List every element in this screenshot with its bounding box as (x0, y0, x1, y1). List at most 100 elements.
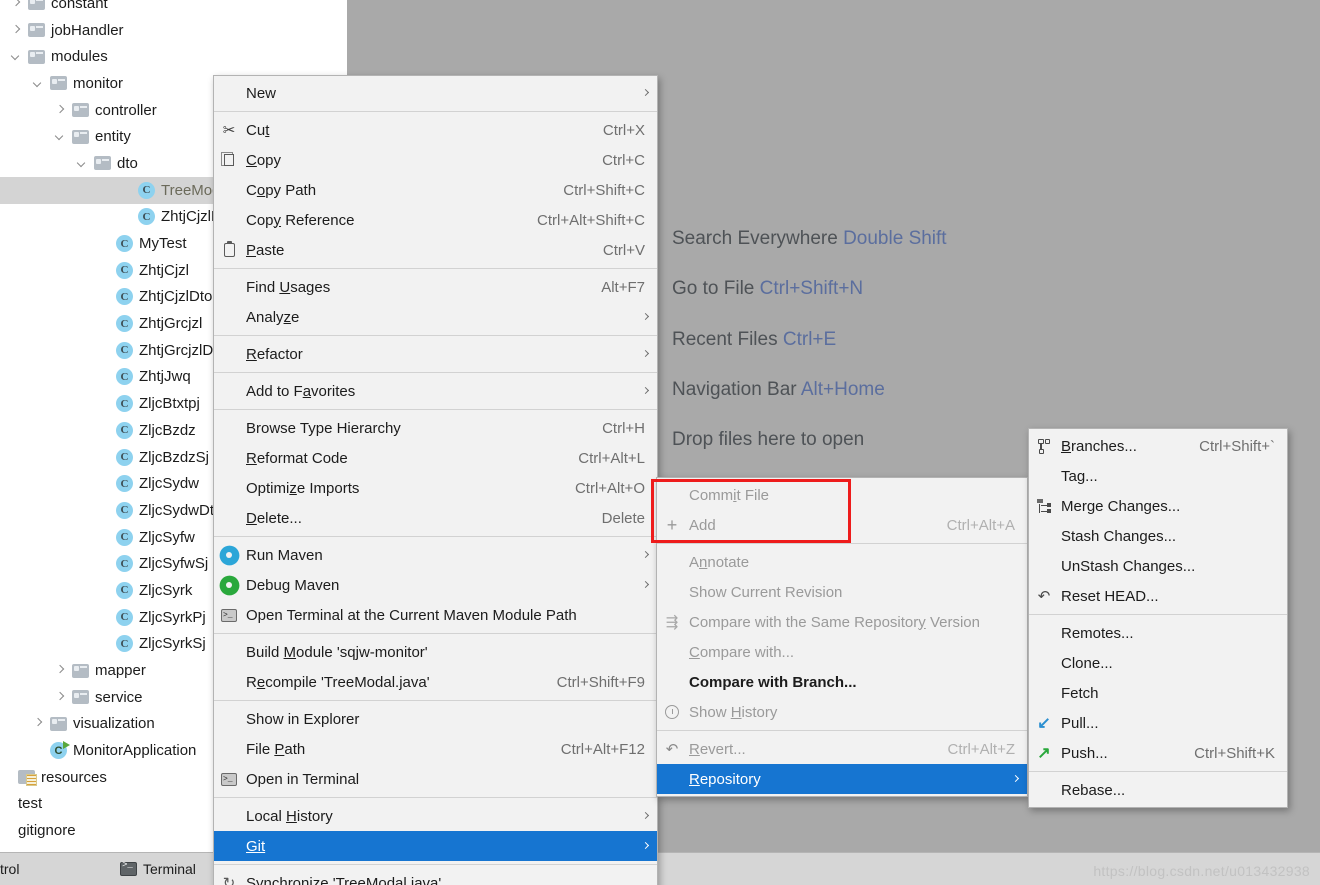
chevron-right-icon[interactable] (10, 24, 23, 37)
folder-icon (94, 156, 111, 171)
chevron-down-icon[interactable] (10, 50, 23, 63)
none (220, 710, 238, 728)
menu-item-push[interactable]: ↗ Push... Ctrl+Shift+K (1029, 738, 1287, 768)
menu-item-unstash-changes[interactable]: UnStash Changes... (1029, 551, 1287, 581)
folder-icon (28, 49, 45, 64)
merge-icon (1035, 497, 1053, 515)
menu-item-paste[interactable]: Paste Ctrl+V (214, 235, 657, 265)
menu-item-clone[interactable]: Clone... (1029, 648, 1287, 678)
menu-item-repository[interactable]: Repository (657, 764, 1027, 794)
tree-item-label: ZljcSyrk (139, 581, 193, 599)
menu-item-label: Add (689, 516, 716, 534)
menu-item-label: Copy Reference (246, 211, 355, 229)
menu-item-file-path[interactable]: File Path Ctrl+Alt+F12 (214, 734, 657, 764)
menu-item-refactor[interactable]: Refactor (214, 339, 657, 369)
menu-item-label: Show History (689, 703, 778, 721)
menu-item-show-in-explorer[interactable]: Show in Explorer (214, 704, 657, 734)
java-class-icon: C (116, 315, 133, 333)
menu-item-reformat-code[interactable]: Reformat Code Ctrl+Alt+L (214, 443, 657, 473)
tree-item-label: ZljcSyfwSj (139, 555, 209, 573)
menu-item-label: UnStash Changes... (1061, 557, 1196, 575)
chevron-down-icon[interactable] (32, 77, 45, 90)
menu-item-git[interactable]: Git (214, 831, 657, 861)
tree-item-label: MyTest (139, 235, 187, 253)
menu-item-remotes[interactable]: Remotes... (1029, 618, 1287, 648)
menu-item-label: Compare with Branch... (689, 673, 857, 691)
menu-item-add-to-favorites[interactable]: Add to Favorites (214, 376, 657, 406)
menu-item-label: Copy (246, 151, 282, 169)
chevron-right-icon[interactable] (54, 104, 67, 117)
folder-icon (50, 716, 67, 731)
menu-item-new[interactable]: New (214, 78, 657, 108)
menu-item-compare-with-branch[interactable]: Compare with Branch... (657, 667, 1027, 697)
menu-item-branches[interactable]: Branches... Ctrl+Shift+` (1029, 431, 1287, 461)
menu-item-build-module-sqjw-monitor[interactable]: Build Module 'sqjw-monitor' (214, 637, 657, 667)
menu-item-analyze[interactable]: Analyze (214, 302, 657, 332)
tree-item-label: controller (95, 101, 157, 119)
java-class-icon: C (116, 395, 133, 413)
menu-item-merge-changes[interactable]: Merge Changes... (1029, 491, 1287, 521)
menu-item-label: Refactor (246, 345, 303, 363)
menu-item-fetch[interactable]: Fetch (1029, 678, 1287, 708)
tree-item[interactable]: constant (0, 0, 347, 17)
menu-item-stash-changes[interactable]: Stash Changes... (1029, 521, 1287, 551)
chevron-down-icon[interactable] (76, 157, 89, 170)
menu-item-label: Local History (246, 807, 333, 825)
menu-item-find-usages[interactable]: Find Usages Alt+F7 (214, 272, 657, 302)
menu-item-tag[interactable]: Tag... (1029, 461, 1287, 491)
chevron-right-icon[interactable] (32, 717, 45, 730)
menu-item-cut[interactable]: ✂ Cut Ctrl+X (214, 115, 657, 145)
tree-item-label: ZljcSydw (139, 475, 200, 493)
menu-item-label: Reformat Code (246, 449, 348, 467)
chevron-right-icon[interactable] (10, 0, 23, 10)
menu-item-pull[interactable]: ↙ Pull... (1029, 708, 1287, 738)
menu-item-browse-type-hierarchy[interactable]: Browse Type Hierarchy Ctrl+H (214, 413, 657, 443)
menu-separator (657, 730, 1027, 731)
java-class-icon: C (138, 181, 155, 199)
menu-item-run-maven[interactable]: Run Maven (214, 540, 657, 570)
menu-item-reset-head[interactable]: ↶ Reset HEAD... (1029, 581, 1287, 611)
tool-window-button[interactable]: trol (0, 861, 19, 877)
editor-hint: Recent Files Ctrl+E (672, 329, 836, 351)
menu-item-copy-reference[interactable]: Copy Reference Ctrl+Alt+Shift+C (214, 205, 657, 235)
menu-item-label: Open in Terminal (246, 770, 360, 788)
menu-item-copy[interactable]: Copy Ctrl+C (214, 145, 657, 175)
menu-item-label: File Path (246, 740, 306, 758)
chevron-down-icon[interactable] (54, 130, 67, 143)
folder-icon (72, 103, 89, 118)
tree-item-label: ZljcSyrkSj (139, 635, 206, 653)
menu-item-debug-maven[interactable]: Debug Maven (214, 570, 657, 600)
editor-hint-text: Go to File (672, 278, 755, 299)
menu-item-optimize-imports[interactable]: Optimize Imports Ctrl+Alt+O (214, 473, 657, 503)
tool-window-button[interactable]: Terminal (120, 860, 196, 877)
spring-boot-icon: C (50, 741, 70, 760)
repository-submenu[interactable]: Branches... Ctrl+Shift+` Tag... Merge Chang… (1028, 428, 1288, 808)
menu-item-synchronize-treemodal-java[interactable]: ↻ Synchronize 'TreeModal.java' (214, 868, 657, 885)
menu-item-copy-path[interactable]: Copy Path Ctrl+Shift+C (214, 175, 657, 205)
tree-item[interactable]: jobHandler (0, 17, 347, 44)
tree-item-label: ZljcBzdz (139, 421, 196, 439)
menu-item-local-history[interactable]: Local History (214, 801, 657, 831)
menu-item-delete[interactable]: Delete... Delete (214, 503, 657, 533)
none (220, 278, 238, 296)
tree-item-label: dto (117, 154, 138, 172)
tree-item-label: ZljcSydwDto (139, 501, 223, 519)
menu-item-shortcut: Ctrl+Alt+Z (947, 740, 1015, 758)
git-submenu[interactable]: Commit File + Add Ctrl+Alt+A Annotate Show Cu… (656, 477, 1028, 797)
sync-icon: ↻ (222, 875, 236, 885)
tree-item-label: monitor (73, 74, 124, 92)
chevron-right-icon[interactable] (54, 691, 67, 704)
menu-item-open-terminal-at-the-current-maven-module-path[interactable]: >_ Open Terminal at the Current Maven Mod… (214, 600, 657, 630)
java-class-icon: C (116, 528, 133, 546)
editor-hint: Drop files here to open (672, 429, 864, 451)
menu-item-open-in-terminal[interactable]: >_ Open in Terminal (214, 764, 657, 794)
menu-item-recompile-treemodal-java[interactable]: Recompile 'TreeModal.java' Ctrl+Shift+F9 (214, 667, 657, 697)
context-menu[interactable]: New ✂ Cut Ctrl+X Copy Ctrl+C Copy Path Ctrl+Shi… (213, 75, 658, 885)
menu-separator (214, 111, 657, 112)
menu-item-rebase[interactable]: Rebase... (1029, 775, 1287, 805)
tree-item[interactable]: modules (0, 43, 347, 70)
chevron-right-icon[interactable] (54, 664, 67, 677)
